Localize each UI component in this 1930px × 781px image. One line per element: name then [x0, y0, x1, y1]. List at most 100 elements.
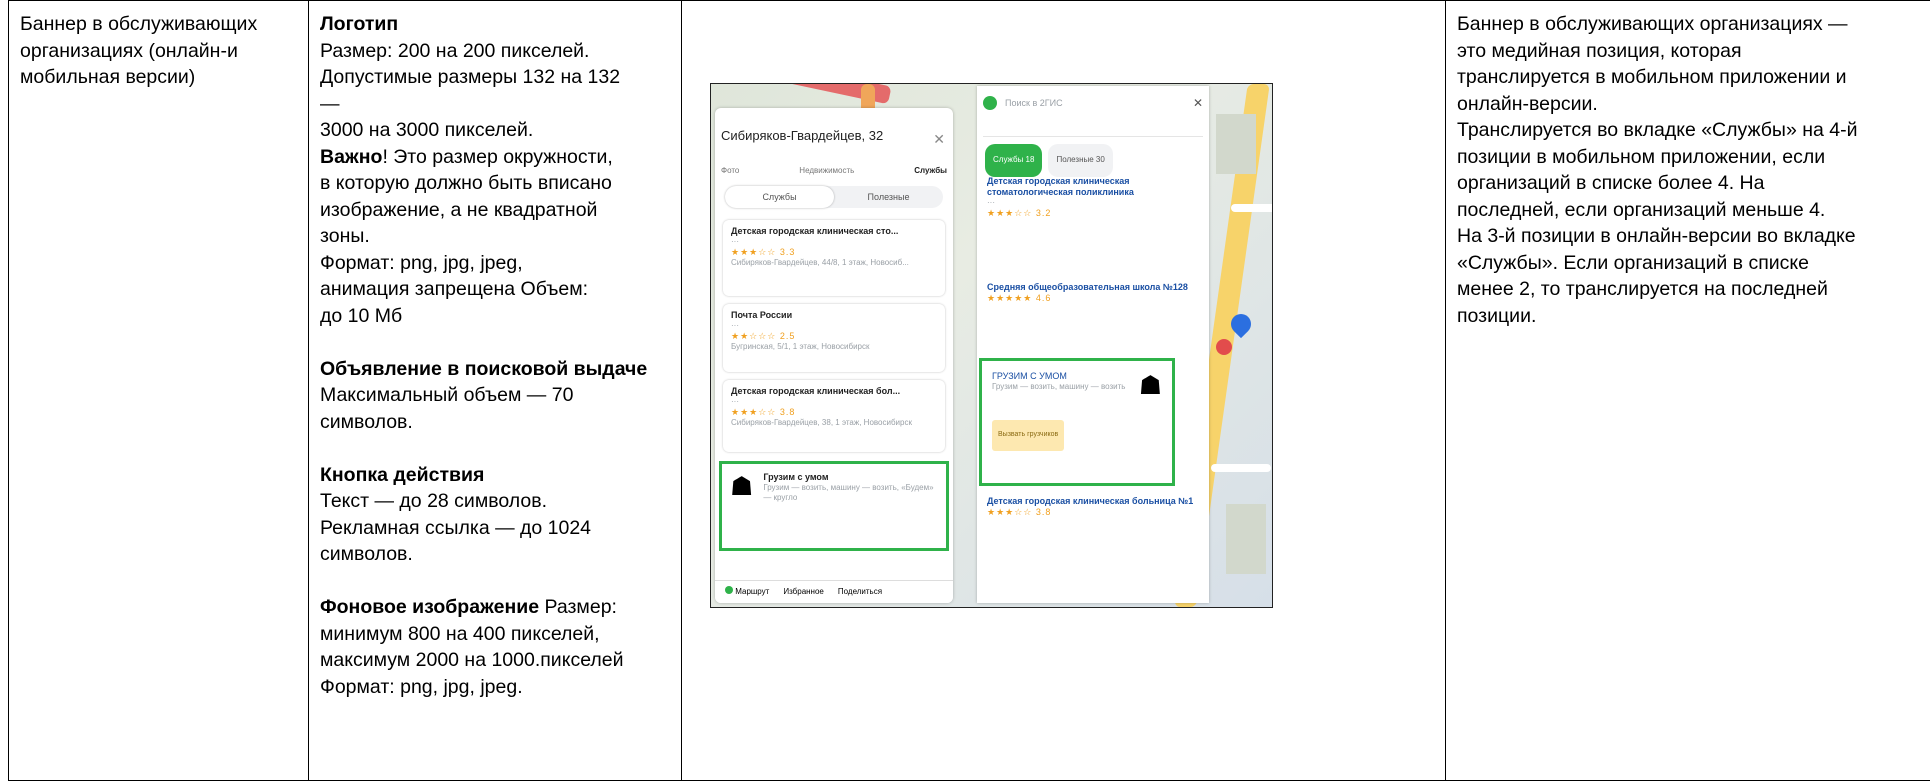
org-title: Детская городская клиническая сто...: [731, 226, 937, 237]
rating: ★★★☆☆ 3.3: [731, 247, 937, 258]
important-line: Важно! Это размер окружности,: [320, 144, 671, 171]
example-screenshot: Сибиряков-Гвардейцев, 32 ✕ Фото Недвижим…: [710, 83, 1273, 608]
org-title: Детская городская клиническая бол...: [731, 386, 937, 397]
tab-bar: Фото Недвижимость Службы: [721, 158, 947, 185]
ad-banner[interactable]: ГРУЗИМ С УМОМ Грузим — возить, машину — …: [979, 358, 1175, 486]
button-heading: Кнопка действия: [320, 462, 671, 489]
description-line: транслируется в мобильном приложении и: [1457, 64, 1920, 91]
segment-switch: Службы Полезные: [725, 186, 943, 208]
list-item[interactable]: Детская городская клиническая сто... ···…: [723, 220, 945, 296]
rating: ★★★☆☆ 3.2: [987, 208, 1199, 219]
important-line: изображение, а не квадратной: [320, 197, 671, 224]
ad-line: Максимальный объем — 70: [320, 382, 671, 409]
logo-line: Размер: 200 на 200 пикселей.: [320, 38, 671, 65]
org-address: Сибиряков-Гвардейцев, 44/8, 1 этаж, Ново…: [731, 258, 937, 268]
important-rest: ! Это размер окружности,: [382, 146, 612, 168]
map-marker-icon[interactable]: [1216, 339, 1232, 355]
description-line: позиции.: [1457, 303, 1920, 330]
description-line: последней, если организаций меньше 4.: [1457, 197, 1920, 224]
bg-heading-line: Фоновое изображение Размер:: [320, 594, 671, 621]
bg-line: максимум 2000 на 1000.пикселей: [320, 647, 671, 674]
bottom-bar: Маршрут Избранное Поделиться: [715, 580, 953, 603]
rating: ★★☆☆☆ 2.5: [731, 331, 937, 342]
tab-photo[interactable]: Фото: [721, 158, 739, 185]
list-item[interactable]: Детская городская клиническая стоматолог…: [987, 176, 1199, 219]
cell-requirements: Логотип Размер: 200 на 200 пикселей. Доп…: [309, 1, 682, 781]
org-title: Почта России: [731, 310, 937, 321]
bg-heading-rest: Размер:: [539, 596, 617, 618]
close-icon[interactable]: ✕: [933, 126, 945, 153]
chip-services[interactable]: Службы 18: [985, 144, 1042, 177]
ad-title: Грузим с умом: [763, 472, 938, 483]
ad-text: Грузим — возить, машину — возить, «Будем…: [763, 483, 938, 503]
logo-line: 3000 на 3000 пикселей.: [320, 117, 671, 144]
tab-realty[interactable]: Недвижимость: [799, 158, 854, 185]
cell-example-image: Сибиряков-Гвардейцев, 32 ✕ Фото Недвижим…: [682, 1, 1446, 781]
spec-table: Баннер в обслуживающих организациях (онл…: [8, 0, 1930, 781]
logo-icon: [983, 96, 997, 110]
close-icon[interactable]: ✕: [1193, 90, 1203, 117]
list-item[interactable]: Детская городская клиническая больница №…: [987, 496, 1199, 518]
ad-heading: Объявление в поисковой выдаче: [320, 356, 671, 383]
important-line: до 10 Мб: [320, 303, 671, 330]
ad-action-button[interactable]: Вызвать грузчиков: [992, 420, 1064, 451]
org-title: Детская городская клиническая больница №…: [987, 496, 1199, 507]
placement-line: Баннер в обслуживающих: [20, 11, 298, 38]
logo-line: Допустимые размеры 132 на 132: [320, 64, 671, 91]
chip-bar: Службы 18 Полезные 30: [985, 144, 1113, 177]
rating: ★★★★★ 4.6: [987, 293, 1199, 304]
org-address: Сибиряков-Гвардейцев, 38, 1 этаж, Новоси…: [731, 418, 937, 428]
address-title: Сибиряков-Гвардейцев, 32: [721, 128, 883, 144]
rating: ★★★☆☆ 3.8: [731, 407, 937, 418]
description-line: Баннер в обслуживающих организациях —: [1457, 11, 1920, 38]
description-line: онлайн-версии.: [1457, 91, 1920, 118]
logo-icon: ☗: [1139, 371, 1162, 399]
logo-line: —: [320, 91, 671, 118]
rating: ★★★☆☆ 3.8: [987, 507, 1199, 518]
favorites-button[interactable]: Избранное: [783, 579, 824, 603]
description-line: Транслируется во вкладке «Службы» на 4-й: [1457, 117, 1920, 144]
description-line: организаций в списке более 4. На: [1457, 170, 1920, 197]
org-address: Бугринская, 5/1, 1 этаж, Новосибирск: [731, 342, 937, 352]
logo-heading: Логотип: [320, 11, 671, 38]
org-title: Средняя общеобразовательная школа №128: [987, 282, 1199, 293]
search-input[interactable]: Поиск в 2ГИС: [1005, 98, 1063, 108]
search-bar[interactable]: Поиск в 2ГИС ✕: [983, 92, 1203, 114]
bg-line: минимум 800 на 400 пикселей,: [320, 621, 671, 648]
description-line: На 3-й позиции в онлайн-версии во вкладк…: [1457, 223, 1920, 250]
description-line: это медийная позиция, которая: [1457, 38, 1920, 65]
cell-placement-name: Баннер в обслуживающих организациях (онл…: [9, 1, 309, 781]
ad-text: Грузим — возить, машину — возить: [992, 382, 1125, 392]
placement-line: мобильная версии): [20, 64, 298, 91]
ad-title: ГРУЗИМ С УМОМ: [992, 371, 1125, 382]
top-tabs: [983, 120, 1203, 137]
placement-line: организациях (онлайн-и: [20, 38, 298, 65]
list-item[interactable]: Почта России ··· ★★☆☆☆ 2.5 Бугринская, 5…: [723, 304, 945, 372]
org-title: Детская городская клиническая стоматолог…: [987, 176, 1199, 198]
online-panel: Поиск в 2ГИС ✕ Службы 18 Полезные 30 Дет…: [977, 86, 1209, 603]
ad-banner[interactable]: ☗ Грузим с умом Грузим — возить, машину …: [719, 461, 949, 551]
chip-useful[interactable]: Полезные 30: [1048, 144, 1112, 177]
mobile-panel: Сибиряков-Гвардейцев, 32 ✕ Фото Недвижим…: [715, 108, 953, 603]
important-line: в которую должно быть вписано: [320, 170, 671, 197]
route-button[interactable]: Маршрут: [725, 579, 769, 603]
cell-description: Баннер в обслуживающих организациях — эт…: [1446, 1, 1930, 781]
button-line: Текст — до 28 символов.: [320, 488, 671, 515]
list-item[interactable]: Детская городская клиническая бол... ···…: [723, 380, 945, 452]
important-label: Важно: [320, 146, 382, 168]
button-line: Рекламная ссылка — до 1024: [320, 515, 671, 542]
segment-useful[interactable]: Полезные: [834, 186, 943, 208]
list-item[interactable]: Средняя общеобразовательная школа №128 ★…: [987, 282, 1199, 304]
important-line: зоны.: [320, 223, 671, 250]
description-line: позиции в мобильном приложении, если: [1457, 144, 1920, 171]
share-button[interactable]: Поделиться: [838, 579, 882, 603]
segment-services[interactable]: Службы: [725, 186, 834, 208]
bg-line: Формат: png, jpg, jpeg.: [320, 674, 671, 701]
tab-services[interactable]: Службы: [914, 158, 947, 185]
important-line: анимация запрещена Объем:: [320, 276, 671, 303]
logo-icon: ☗: [730, 472, 753, 503]
important-line: Формат: png, jpg, jpeg,: [320, 250, 671, 277]
description-line: «Службы». Если организаций в списке: [1457, 250, 1920, 277]
button-line: символов.: [320, 541, 671, 568]
description-line: менее 2, то транслируется на последней: [1457, 276, 1920, 303]
